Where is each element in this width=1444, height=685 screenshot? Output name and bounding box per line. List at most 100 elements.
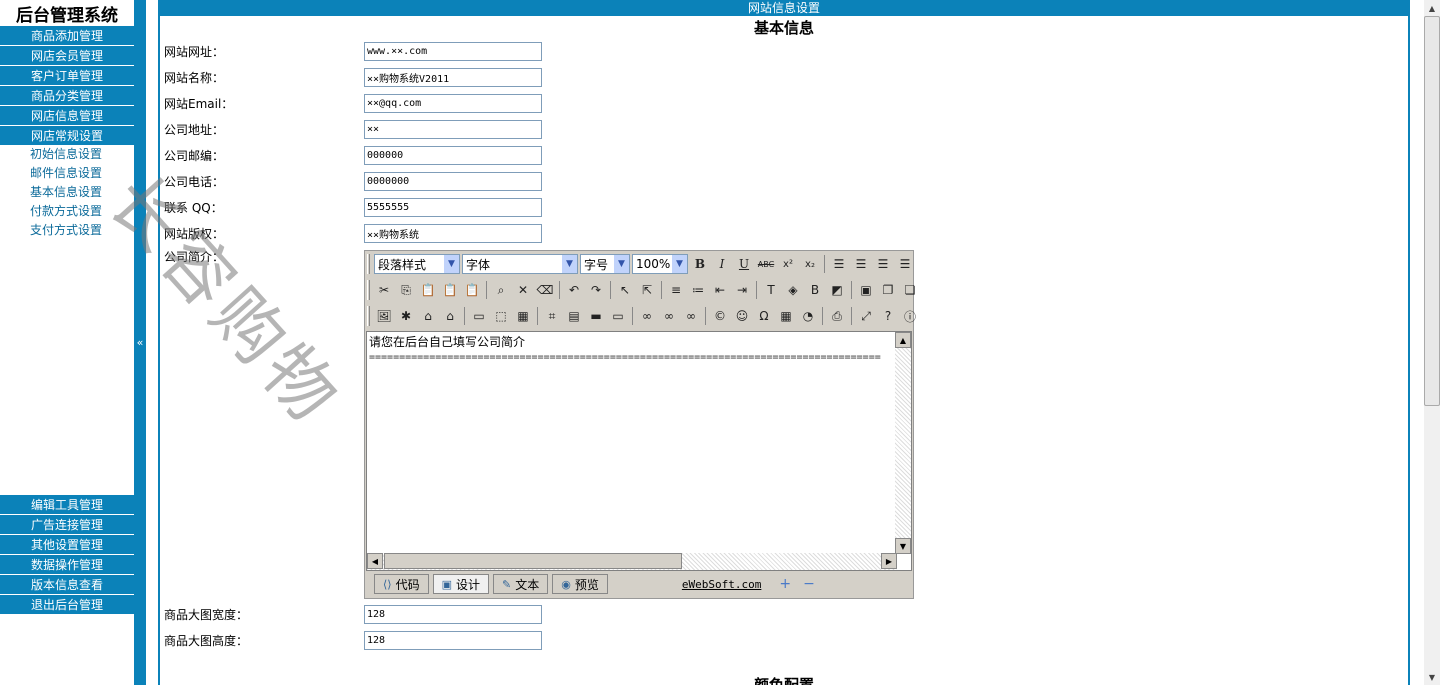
brand-link[interactable]: eWebSoft.com bbox=[682, 578, 761, 591]
strikethrough-icon[interactable]: ABC bbox=[756, 254, 776, 274]
scroll-up-icon[interactable]: ▲ bbox=[895, 332, 911, 348]
menu-item-members[interactable]: 网店会员管理 bbox=[0, 46, 134, 66]
paste-icon[interactable]: 📋 bbox=[418, 280, 438, 300]
menu-item-editor-tools[interactable]: 编辑工具管理 bbox=[0, 495, 134, 515]
scroll-up-icon[interactable]: ▲ bbox=[1424, 0, 1440, 16]
submenu-basic-info[interactable]: 基本信息设置 bbox=[0, 183, 134, 202]
clear-format-icon[interactable]: ◩ bbox=[827, 280, 847, 300]
subscript-icon[interactable]: x₂ bbox=[800, 254, 820, 274]
date-icon[interactable]: ▦ bbox=[776, 306, 796, 326]
find-icon[interactable]: ⌕ bbox=[491, 280, 511, 300]
menu-item-version-info[interactable]: 版本信息查看 bbox=[0, 575, 134, 595]
align-justify-icon[interactable]: ☰ bbox=[895, 254, 915, 274]
tab-preview[interactable]: ◉ 预览 bbox=[552, 574, 608, 594]
image-height-input[interactable] bbox=[364, 630, 542, 650]
table-props-icon[interactable]: ▦ bbox=[513, 306, 533, 326]
menu-item-orders[interactable]: 客户订单管理 bbox=[0, 66, 134, 86]
paragraph-style-select[interactable]: 段落样式 ▼ bbox=[374, 254, 460, 274]
fullscreen-icon[interactable]: ⤢ bbox=[856, 306, 876, 326]
paste-text-icon[interactable]: 📋 bbox=[440, 280, 460, 300]
site-name-input[interactable] bbox=[364, 67, 542, 87]
scroll-down-icon[interactable]: ▼ bbox=[895, 538, 911, 554]
text-color-icon[interactable]: T bbox=[761, 280, 781, 300]
menu-item-other-settings[interactable]: 其他设置管理 bbox=[0, 535, 134, 555]
superscript-icon[interactable]: x² bbox=[778, 254, 798, 274]
copyright-input[interactable] bbox=[364, 223, 542, 243]
insert-file-icon[interactable]: ⌂ bbox=[440, 306, 460, 326]
zoom-out-icon[interactable]: − bbox=[803, 576, 815, 592]
about-icon[interactable]: ⓘ bbox=[900, 306, 920, 326]
menu-item-ad-links[interactable]: 广告连接管理 bbox=[0, 515, 134, 535]
align-left-icon[interactable]: ☰ bbox=[829, 254, 849, 274]
layer-back-icon[interactable]: ❐ bbox=[878, 280, 898, 300]
editor-horizontal-scrollbar[interactable]: ◀ ▶ bbox=[367, 553, 897, 570]
insert-iframe-icon[interactable]: ▤ bbox=[564, 306, 584, 326]
paste-word-icon[interactable]: 📋 bbox=[462, 280, 482, 300]
editor-vertical-scrollbar[interactable]: ▲ ▼ bbox=[895, 332, 911, 554]
company-phone-input[interactable] bbox=[364, 171, 542, 191]
submenu-pay-gateway[interactable]: 支付方式设置 bbox=[0, 221, 134, 240]
insert-media-icon[interactable]: ⌂ bbox=[418, 306, 438, 326]
insert-flash-icon[interactable]: ✱ bbox=[396, 306, 416, 326]
contact-qq-input[interactable] bbox=[364, 197, 542, 217]
company-address-input[interactable] bbox=[364, 119, 542, 139]
font-select[interactable]: 字体 ▼ bbox=[462, 254, 578, 274]
copyright-symbol-icon[interactable]: © bbox=[710, 306, 730, 326]
layer-icon[interactable]: ▣ bbox=[856, 280, 876, 300]
align-center-icon[interactable]: ☰ bbox=[851, 254, 871, 274]
scroll-thumb[interactable] bbox=[1424, 16, 1440, 406]
company-zip-input[interactable] bbox=[364, 145, 542, 165]
fill-color-icon[interactable]: ◈ bbox=[783, 280, 803, 300]
help-icon[interactable]: ? bbox=[878, 306, 898, 326]
insert-link-icon[interactable]: ∞ bbox=[637, 306, 657, 326]
menu-item-shop-info[interactable]: 网店信息管理 bbox=[0, 106, 134, 126]
scroll-down-icon[interactable]: ▼ bbox=[1424, 669, 1440, 685]
bulleted-list-icon[interactable]: ≔ bbox=[688, 280, 708, 300]
emoticon-icon[interactable]: ☺ bbox=[732, 306, 752, 326]
submenu-mail-info[interactable]: 邮件信息设置 bbox=[0, 164, 134, 183]
copy-icon[interactable]: ⎘ bbox=[396, 280, 416, 300]
font-size-select[interactable]: 字号 ▼ bbox=[580, 254, 630, 274]
scroll-right-icon[interactable]: ▶ bbox=[881, 553, 897, 569]
tab-text[interactable]: ✎ 文本 bbox=[493, 574, 549, 594]
ordered-list-icon[interactable]: ≡ bbox=[666, 280, 686, 300]
align-right-icon[interactable]: ☰ bbox=[873, 254, 893, 274]
tab-code[interactable]: ⟨⟩ 代码 bbox=[374, 574, 429, 594]
sidebar-toggle[interactable]: « bbox=[134, 0, 146, 685]
delete-icon[interactable]: ✕ bbox=[513, 280, 533, 300]
select-all-icon[interactable]: ↖ bbox=[615, 280, 635, 300]
redo-icon[interactable]: ↷ bbox=[586, 280, 606, 300]
zoom-select[interactable]: 100% ▼ bbox=[632, 254, 688, 274]
remove-link-icon[interactable]: ∞ bbox=[659, 306, 679, 326]
undo-icon[interactable]: ↶ bbox=[564, 280, 584, 300]
menu-item-data-ops[interactable]: 数据操作管理 bbox=[0, 555, 134, 575]
scroll-thumb[interactable] bbox=[384, 553, 682, 569]
indent-icon[interactable]: ⇥ bbox=[732, 280, 752, 300]
submenu-payment-method[interactable]: 付款方式设置 bbox=[0, 202, 134, 221]
insert-form-icon[interactable]: ⌗ bbox=[542, 306, 562, 326]
tab-design[interactable]: ▣ 设计 bbox=[432, 574, 490, 594]
menu-item-general-settings[interactable]: 网店常规设置 bbox=[0, 126, 134, 146]
zoom-in-icon[interactable]: + bbox=[779, 576, 791, 592]
eraser-icon[interactable]: ⌫ bbox=[535, 280, 555, 300]
site-email-input[interactable] bbox=[364, 93, 542, 113]
menu-item-logout[interactable]: 退出后台管理 bbox=[0, 595, 134, 615]
insert-cell-icon[interactable]: ⬚ bbox=[491, 306, 511, 326]
background-color-icon[interactable]: B bbox=[805, 280, 825, 300]
cut-icon[interactable]: ✂ bbox=[374, 280, 394, 300]
window-scrollbar[interactable]: ▲ ▼ bbox=[1424, 0, 1440, 685]
scroll-left-icon[interactable]: ◀ bbox=[367, 553, 383, 569]
layer-front-icon[interactable]: ❏ bbox=[900, 280, 920, 300]
insert-hr-icon[interactable]: ▬ bbox=[586, 306, 606, 326]
editor-content-area[interactable]: 请您在后台自己填写公司简介 ==========================… bbox=[366, 331, 912, 571]
insert-image-icon[interactable]: 🖼 bbox=[374, 306, 394, 326]
special-char-icon[interactable]: Ω bbox=[754, 306, 774, 326]
page-break-icon[interactable]: ⎙ bbox=[827, 306, 847, 326]
bold-icon[interactable]: B bbox=[690, 254, 710, 274]
submenu-initial-info[interactable]: 初始信息设置 bbox=[0, 145, 134, 164]
insert-marquee-icon[interactable]: ▭ bbox=[608, 306, 628, 326]
image-width-input[interactable] bbox=[364, 604, 542, 624]
underline-icon[interactable]: U bbox=[734, 254, 754, 274]
italic-icon[interactable]: I bbox=[712, 254, 732, 274]
menu-item-categories[interactable]: 商品分类管理 bbox=[0, 86, 134, 106]
